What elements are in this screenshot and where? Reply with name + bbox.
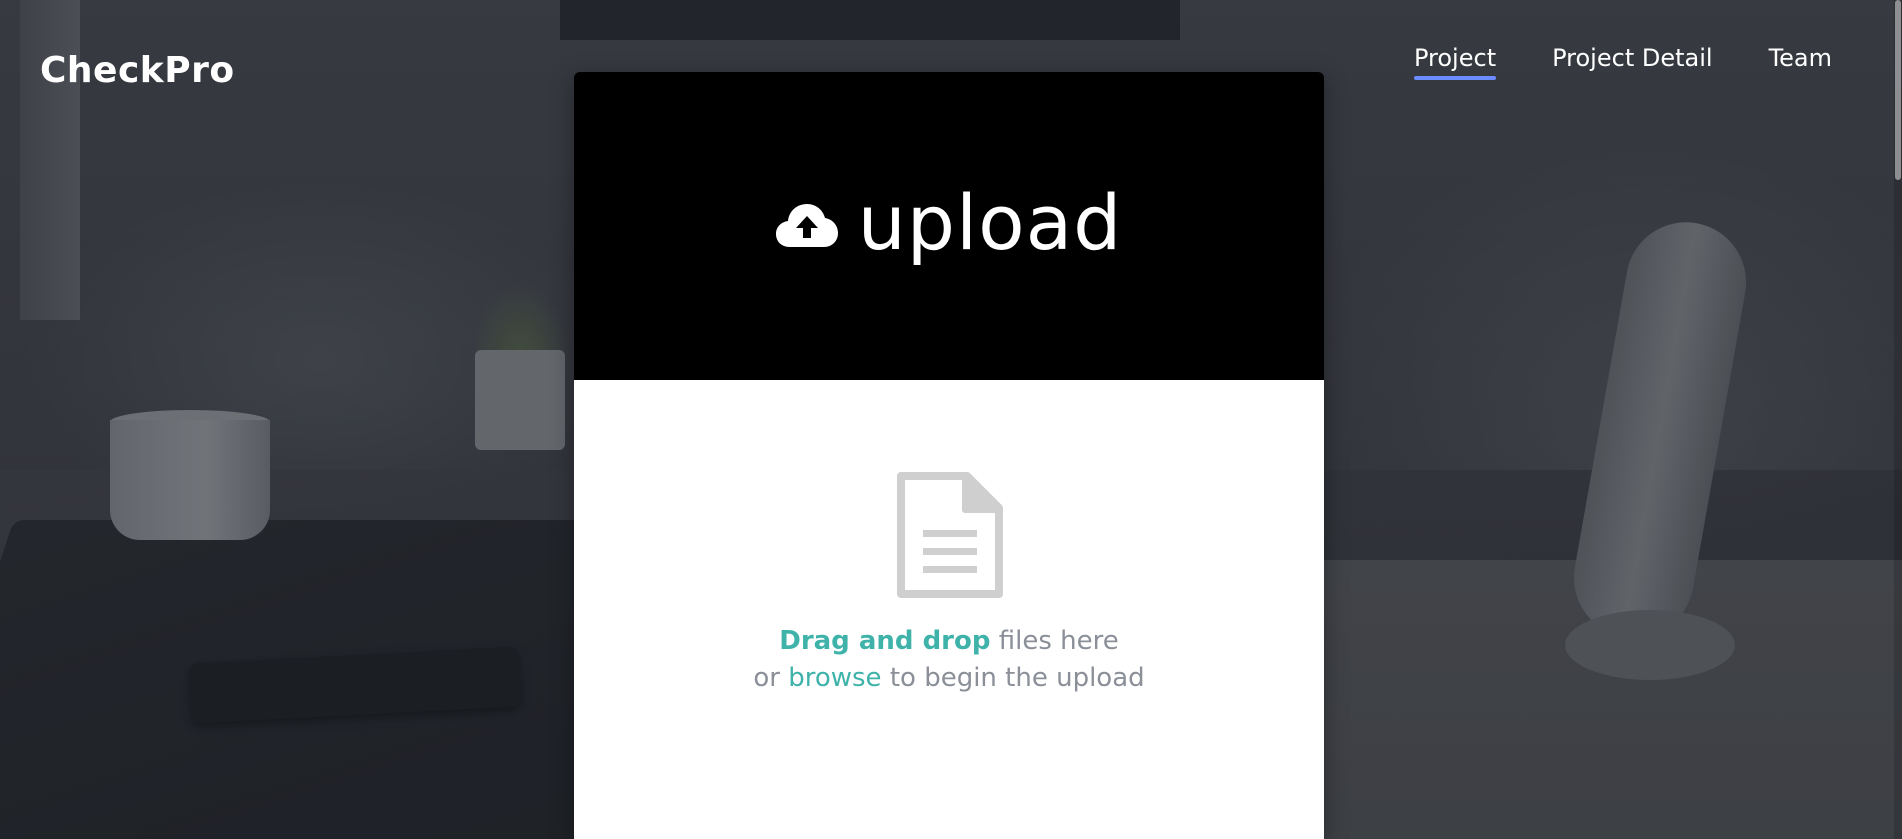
begin-upload-label: to begin the upload bbox=[881, 663, 1145, 693]
page-scrollbar[interactable] bbox=[1894, 0, 1902, 839]
drop-zone[interactable]: Drag and drop files here or browse to be… bbox=[574, 380, 1324, 839]
or-label: or bbox=[753, 663, 789, 693]
page: CheckPro Project Project Detail Team upl… bbox=[0, 0, 1902, 839]
nav-item-team[interactable]: Team bbox=[1769, 44, 1832, 80]
drop-line-2: or browse to begin the upload bbox=[574, 660, 1324, 697]
drag-drop-label: Drag and drop bbox=[779, 626, 991, 656]
drop-instructions: Drag and drop files here or browse to be… bbox=[574, 623, 1324, 697]
upload-card-header: upload bbox=[574, 72, 1324, 380]
page-scrollbar-thumb[interactable] bbox=[1895, 0, 1901, 180]
drop-line-1: Drag and drop files here bbox=[574, 623, 1324, 660]
nav-item-project-detail[interactable]: Project Detail bbox=[1552, 44, 1712, 80]
main-nav: Project Project Detail Team bbox=[1413, 44, 1832, 80]
cloud-upload-icon bbox=[775, 204, 838, 247]
upload-title: upload bbox=[857, 178, 1123, 267]
document-icon bbox=[897, 472, 1003, 598]
files-here-label: files here bbox=[990, 626, 1119, 656]
brand-logo[interactable]: CheckPro bbox=[40, 50, 235, 91]
nav-item-project[interactable]: Project bbox=[1413, 44, 1497, 80]
browse-link[interactable]: browse bbox=[788, 663, 881, 693]
upload-card: upload Drag and drop files here or brows… bbox=[574, 72, 1324, 839]
